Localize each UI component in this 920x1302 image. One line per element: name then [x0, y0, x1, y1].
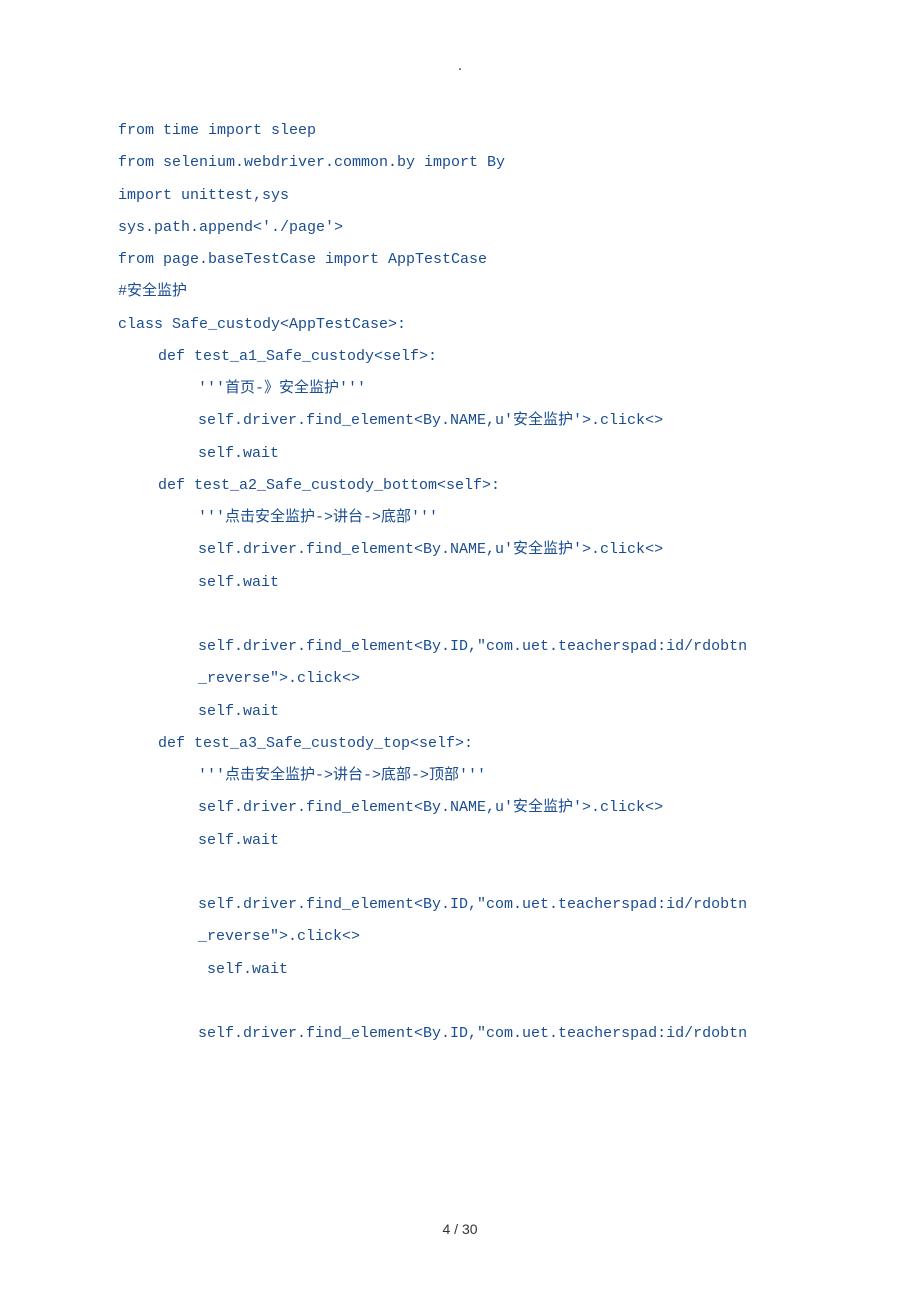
- code-line: '''点击安全监护->讲台->底部''': [118, 502, 802, 534]
- code-line: #安全监护: [118, 276, 802, 308]
- code-line: from time import sleep: [118, 115, 802, 147]
- code-line: [118, 857, 802, 889]
- code-line: self.driver.find_element<By.ID,"com.uet.…: [118, 889, 802, 921]
- code-line: self.wait: [118, 438, 802, 470]
- code-line: self.driver.find_element<By.NAME,u'安全监护'…: [118, 534, 802, 566]
- code-line: _reverse">.click<>: [118, 921, 802, 953]
- code-line: _reverse">.click<>: [118, 663, 802, 695]
- code-line: [118, 599, 802, 631]
- code-line: self.driver.find_element<By.ID,"com.uet.…: [118, 631, 802, 663]
- code-line: self.driver.find_element<By.ID,"com.uet.…: [118, 1018, 802, 1050]
- code-line: def test_a3_Safe_custody_top<self>:: [118, 728, 802, 760]
- header-marker: .: [456, 60, 463, 74]
- page-number: 4 / 30: [442, 1221, 477, 1237]
- code-line: from selenium.webdriver.common.by import…: [118, 147, 802, 179]
- code-line: self.wait: [118, 825, 802, 857]
- code-line: self.driver.find_element<By.NAME,u'安全监护'…: [118, 792, 802, 824]
- code-line: self.wait: [118, 567, 802, 599]
- code-line: [118, 986, 802, 1018]
- code-line: '''点击安全监护->讲台->底部->顶部''': [118, 760, 802, 792]
- code-line: def test_a2_Safe_custody_bottom<self>:: [118, 470, 802, 502]
- code-line: self.wait: [118, 954, 802, 986]
- code-line: from page.baseTestCase import AppTestCas…: [118, 244, 802, 276]
- code-line: self.driver.find_element<By.NAME,u'安全监护'…: [118, 405, 802, 437]
- code-line: def test_a1_Safe_custody<self>:: [118, 341, 802, 373]
- code-block: from time import sleepfrom selenium.webd…: [118, 115, 802, 1050]
- code-line: self.wait: [118, 696, 802, 728]
- code-line: import unittest,sys: [118, 180, 802, 212]
- code-line: sys.path.append<'./page'>: [118, 212, 802, 244]
- code-line: class Safe_custody<AppTestCase>:: [118, 309, 802, 341]
- code-line: '''首页-》安全监护''': [118, 373, 802, 405]
